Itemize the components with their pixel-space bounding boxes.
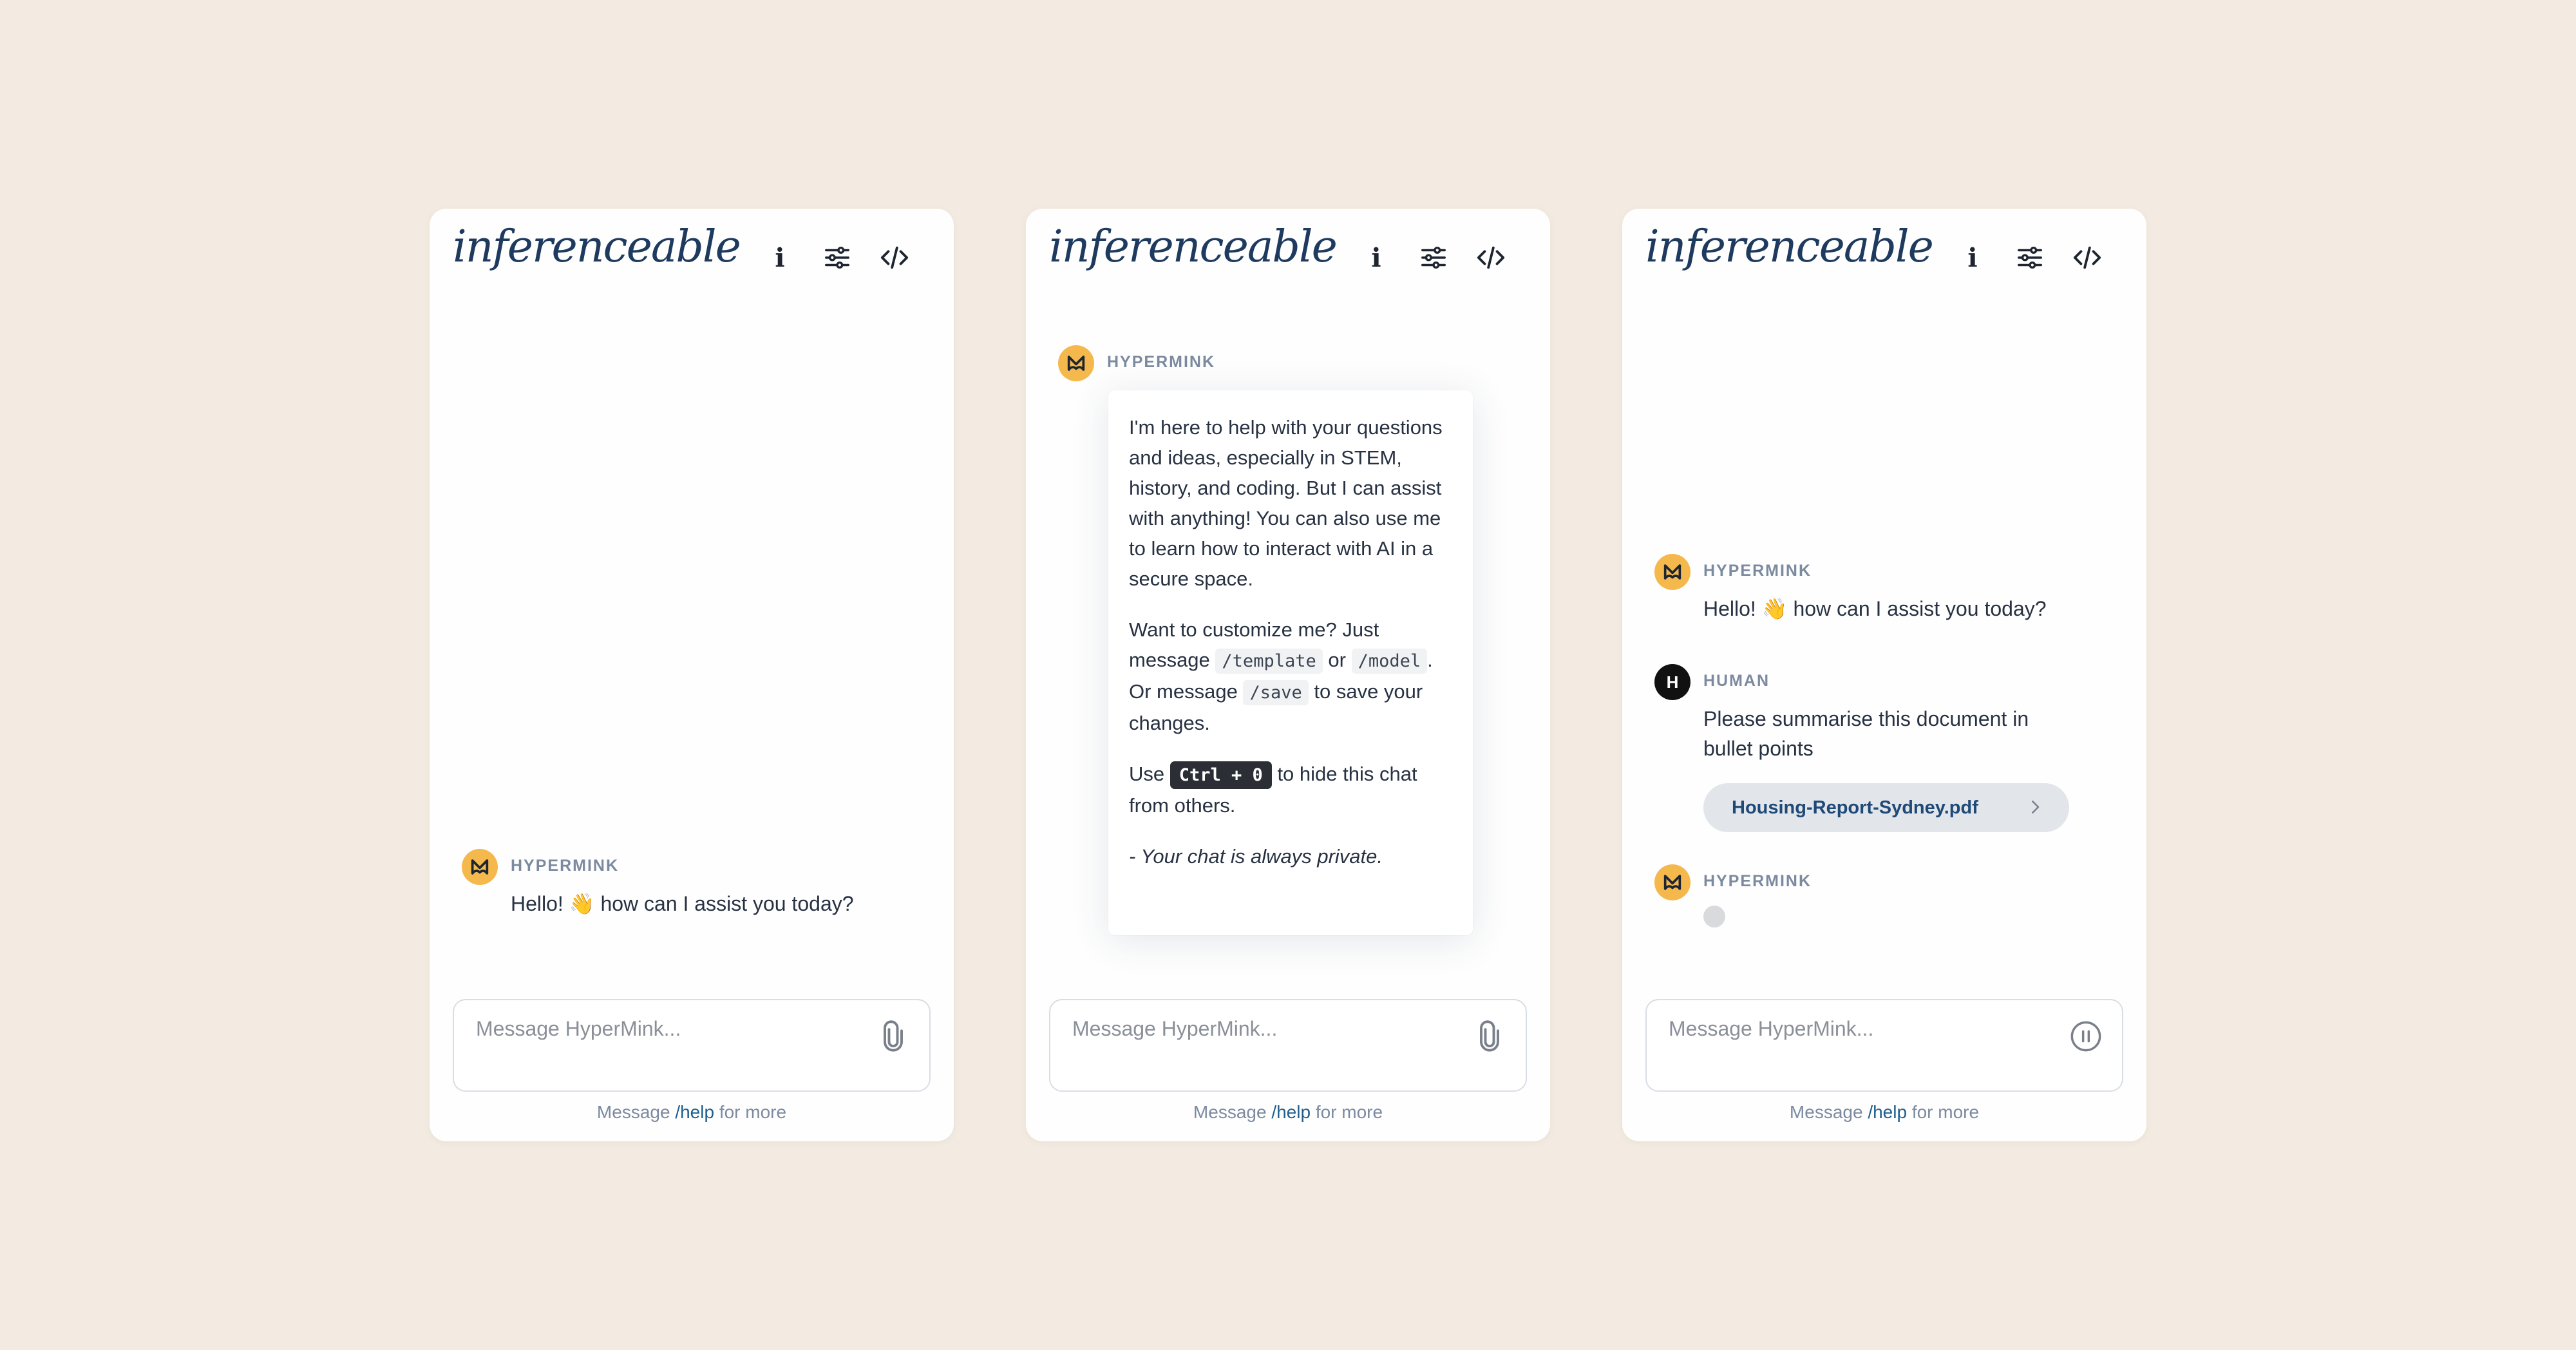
input-placeholder: Message HyperMink... — [1072, 1017, 1278, 1040]
code-icon[interactable] — [2068, 238, 2107, 277]
save-command: /save — [1243, 680, 1309, 705]
model-command: /model — [1351, 649, 1428, 674]
message-text: Hello! 👋 how can I assist you today? — [511, 892, 854, 915]
input-placeholder: Message HyperMink... — [476, 1017, 681, 1040]
help-link[interactable]: /help — [1868, 1102, 1907, 1122]
pause-icon[interactable] — [2069, 1020, 2103, 1053]
sliders-icon[interactable] — [1414, 238, 1453, 277]
help-card: I'm here to help with your questions and… — [1108, 390, 1473, 935]
help-customize: Want to customize me? Just message /temp… — [1129, 614, 1452, 738]
input-placeholder: Message HyperMink... — [1669, 1017, 1874, 1040]
help-link[interactable]: /help — [675, 1102, 714, 1122]
code-icon[interactable] — [875, 238, 914, 277]
text: or — [1328, 649, 1346, 671]
help-intro: I'm here to help with your questions and… — [1129, 416, 1443, 590]
sender-label: HYPERMINK — [1703, 562, 1812, 580]
sender-label: HYPERMINK — [1703, 872, 1812, 890]
attachment-chip[interactable]: Housing-Report-Sydney.pdf — [1703, 783, 2069, 832]
privacy-note: - Your chat is always private. — [1129, 845, 1383, 868]
help-hint: Message /help for more — [1622, 1102, 2146, 1123]
paperclip-icon[interactable] — [1473, 1020, 1506, 1053]
brand-logo: inferenceable — [1049, 222, 1338, 272]
message-text: Hello! 👋 how can I assist you today? — [1703, 597, 2047, 620]
avatar: H — [1654, 664, 1690, 700]
help-prefix: Message — [1193, 1102, 1267, 1122]
message-input[interactable]: Message HyperMink... — [453, 999, 931, 1092]
info-icon[interactable]: i — [1953, 238, 1992, 277]
message-input[interactable]: Message HyperMink... — [1645, 999, 2123, 1092]
hypermink-logo-icon — [1058, 345, 1094, 381]
message-text: Please summarise this document in bullet… — [1703, 707, 2029, 760]
chat-panel-empty: inferenceable i HYPERMINK Hello! 👋 how c… — [430, 209, 954, 1141]
text: Use — [1129, 763, 1165, 785]
typing-indicator — [1703, 906, 1725, 927]
brand-logo: inferenceable — [453, 222, 741, 272]
help-suffix: for more — [719, 1102, 787, 1122]
help-hint: Message /help for more — [430, 1102, 954, 1123]
sender-label: HYPERMINK — [1107, 353, 1216, 371]
paperclip-icon[interactable] — [876, 1020, 910, 1053]
sliders-icon[interactable] — [818, 238, 857, 277]
chat-panel-conversation: inferenceable i HYPERMINK Hello! 👋 how c… — [1622, 209, 2146, 1141]
hypermink-logo-icon — [462, 849, 498, 885]
template-command: /template — [1215, 649, 1323, 674]
chat-panel-help: inferenceable i HYPERMINK I'm here to he… — [1026, 209, 1550, 1141]
help-prefix: Message — [596, 1102, 670, 1122]
help-prefix: Message — [1789, 1102, 1863, 1122]
sender-label: HYPERMINK — [511, 857, 620, 875]
help-hint: Message /help for more — [1026, 1102, 1550, 1123]
attachment-name: Housing-Report-Sydney.pdf — [1732, 797, 1978, 818]
info-icon[interactable]: i — [761, 238, 799, 277]
hypermink-logo-icon — [1654, 864, 1690, 900]
help-link[interactable]: /help — [1271, 1102, 1311, 1122]
info-icon[interactable]: i — [1357, 238, 1396, 277]
help-suffix: for more — [1911, 1102, 1980, 1122]
hypermink-logo-icon — [1654, 554, 1690, 590]
help-suffix: for more — [1315, 1102, 1383, 1122]
message-input[interactable]: Message HyperMink... — [1049, 999, 1527, 1092]
help-shortcut: Use Ctrl + 0 to hide this chat from othe… — [1129, 759, 1452, 821]
sender-label: HUMAN — [1703, 672, 1770, 690]
chevron-right-icon — [2032, 801, 2040, 813]
code-icon[interactable] — [1472, 238, 1510, 277]
sliders-icon[interactable] — [2011, 238, 2049, 277]
brand-logo: inferenceable — [1645, 222, 1934, 272]
keyboard-shortcut: Ctrl + 0 — [1170, 761, 1272, 789]
